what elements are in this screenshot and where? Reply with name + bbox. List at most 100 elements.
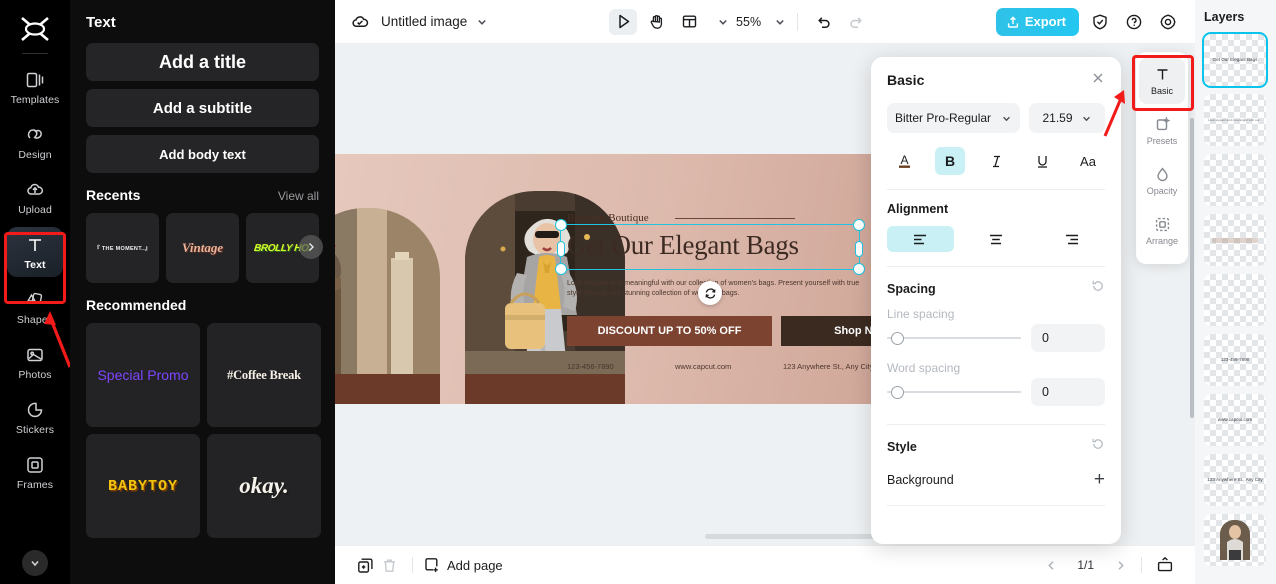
sidebar-item-upload[interactable]: Upload <box>7 172 63 222</box>
layer-preview-text: Look elegant and meaningful with our... <box>1208 117 1262 122</box>
layout-caret-icon[interactable] <box>717 16 729 28</box>
duplicate-page-icon[interactable] <box>353 553 377 577</box>
font-size-value: 21.59 <box>1042 111 1073 125</box>
bold-button[interactable]: B <box>935 147 965 175</box>
tool-opacity[interactable]: Opacity <box>1139 158 1185 204</box>
sidebar-item-templates[interactable]: Templates <box>7 62 63 112</box>
resize-handle-middle-left[interactable] <box>557 241 565 257</box>
resize-handle-bottom-right[interactable] <box>853 263 865 275</box>
undo-button[interactable] <box>809 9 837 35</box>
sidebar-item-design[interactable]: Design <box>7 117 63 167</box>
sidebar-item-stickers[interactable]: Stickers <box>7 392 63 442</box>
design-rule <box>675 218 795 219</box>
question-circle-icon[interactable] <box>1121 9 1147 35</box>
add-title-button[interactable]: Add a title <box>86 43 319 81</box>
layer-item[interactable] <box>1204 214 1266 266</box>
sidebar-item-frames[interactable]: Frames <box>7 447 63 497</box>
recommended-item[interactable]: BABYTOY <box>86 434 200 538</box>
hand-tool-button[interactable] <box>642 9 670 35</box>
align-right-button[interactable] <box>1038 226 1105 252</box>
line-spacing-value[interactable]: 0 <box>1031 324 1105 352</box>
recommended-item[interactable]: Special Promo <box>86 323 200 427</box>
layer-item[interactable]: Get Our Elegant Bags <box>1202 32 1268 88</box>
recommended-item[interactable]: #Coffee Break <box>207 323 321 427</box>
trash-icon[interactable] <box>377 553 401 577</box>
sidebar-item-label: Design <box>18 148 52 161</box>
design-brand-text[interactable]: Blossom Boutique <box>567 212 649 224</box>
recents-next-button[interactable] <box>299 235 323 259</box>
design-footer-website[interactable]: www.capcut.com <box>675 362 731 371</box>
opacity-drop-icon <box>1156 167 1168 182</box>
recents-view-all-link[interactable]: View all <box>278 189 319 203</box>
align-left-button[interactable] <box>887 226 954 252</box>
plus-icon[interactable]: + <box>1094 470 1105 489</box>
slider-track <box>887 391 1021 393</box>
layer-item[interactable]: 123-456-7890 <box>1204 334 1266 386</box>
design-photo-1[interactable] <box>335 208 440 376</box>
style-reset-icon[interactable] <box>1091 437 1105 456</box>
spacing-reset-icon[interactable] <box>1091 279 1105 298</box>
line-spacing-slider[interactable] <box>887 331 1021 345</box>
add-page-button[interactable]: Add page <box>424 557 503 573</box>
layout-tool-button[interactable] <box>675 9 703 35</box>
recent-item[interactable]: Vintage <box>166 213 239 283</box>
text-selection-box[interactable] <box>555 183 978 305</box>
align-left-icon <box>914 234 927 244</box>
resize-handle-top-left[interactable] <box>555 219 567 231</box>
add-subtitle-button[interactable]: Add a subtitle <box>86 89 319 127</box>
slider-knob[interactable] <box>891 331 904 345</box>
layer-item[interactable] <box>1204 274 1266 326</box>
recommended-item[interactable]: okay. <box>207 434 321 538</box>
layer-item[interactable]: www.capcut.com <box>1204 394 1266 446</box>
export-upload-icon <box>1007 15 1018 28</box>
case-glyph: Aa <box>1080 153 1096 169</box>
design-footer-phone[interactable]: 123-456-7890 <box>567 362 614 371</box>
sidebar-item-label: Upload <box>18 203 52 216</box>
resize-handle-middle-right[interactable] <box>855 241 863 257</box>
layer-item[interactable] <box>1204 514 1266 566</box>
font-size-select[interactable]: 21.59 <box>1029 103 1105 133</box>
tool-basic[interactable]: Basic <box>1139 58 1185 104</box>
tool-presets[interactable]: Presets <box>1139 108 1185 154</box>
export-button[interactable]: Export <box>995 7 1079 36</box>
zoom-caret-icon[interactable] <box>774 16 786 28</box>
recommended-item-label: #Coffee Break <box>227 367 301 382</box>
next-page-button[interactable] <box>1110 555 1130 575</box>
zoom-level[interactable]: 55% <box>736 15 761 29</box>
align-center-button[interactable] <box>963 226 1030 252</box>
select-tool-button[interactable] <box>609 8 638 35</box>
word-spacing-value[interactable]: 0 <box>1031 378 1105 406</box>
case-button[interactable]: Aa <box>1073 147 1103 175</box>
layer-item[interactable]: Look elegant and meaningful with our... <box>1204 94 1266 146</box>
prev-page-button[interactable] <box>1041 555 1061 575</box>
italic-button[interactable] <box>981 147 1011 175</box>
redo-button[interactable] <box>842 9 870 35</box>
sidebar-item-text[interactable]: Text <box>7 227 63 277</box>
design-bar-2 <box>465 374 625 404</box>
design-cta-primary[interactable]: DISCOUNT UP TO 50% OFF <box>567 316 772 346</box>
add-body-text-button[interactable]: Add body text <box>86 135 319 173</box>
slider-knob[interactable] <box>891 385 904 399</box>
tool-label: Opacity <box>1146 186 1178 196</box>
present-button[interactable] <box>1153 553 1177 577</box>
shield-check-icon[interactable] <box>1087 9 1113 35</box>
document-name-caret-icon[interactable] <box>476 16 488 28</box>
tool-strip-scrollbar[interactable] <box>1190 118 1194 418</box>
layer-item[interactable]: 123 Anywhere St., Any City <box>1204 454 1266 506</box>
rail-expand-more-button[interactable] <box>22 550 48 576</box>
layer-item[interactable] <box>1204 154 1266 206</box>
design-footer-address[interactable]: 123 Anywhere St., Any City <box>783 362 873 371</box>
gear-icon[interactable] <box>1155 9 1181 35</box>
resize-handle-bottom-left[interactable] <box>555 263 567 275</box>
resize-handle-top-right[interactable] <box>853 219 865 231</box>
recent-item[interactable]: 『 THE MOMENT..』 <box>86 213 159 283</box>
font-family-select[interactable]: Bitter Pro-Regular <box>887 103 1020 133</box>
text-color-button[interactable]: A <box>889 147 919 175</box>
word-spacing-slider[interactable] <box>887 385 1021 399</box>
underline-button[interactable] <box>1027 147 1057 175</box>
chevron-right-icon <box>1118 560 1124 570</box>
tool-arrange[interactable]: Arrange <box>1139 208 1185 254</box>
capcut-logo-icon[interactable] <box>17 12 53 46</box>
document-name[interactable]: Untitled image <box>381 14 467 29</box>
rotate-handle[interactable] <box>698 281 722 305</box>
